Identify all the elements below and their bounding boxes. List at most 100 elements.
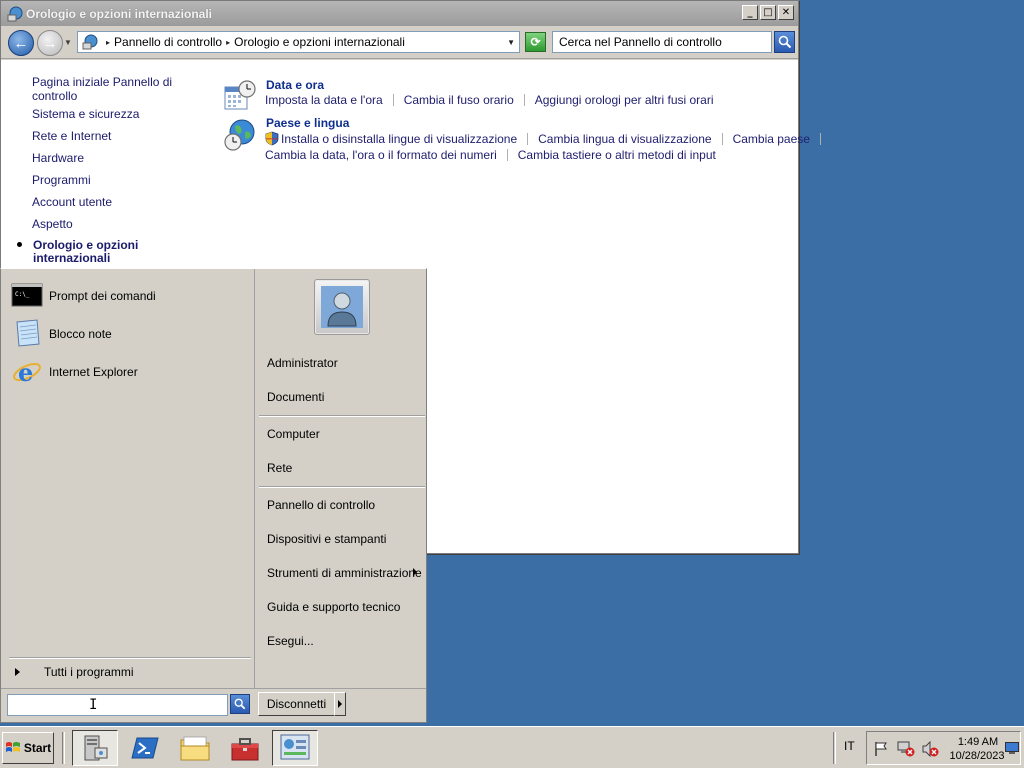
link-change-display-language[interactable]: Cambia lingua di visualizzazione: [538, 132, 711, 146]
toolbox-icon: [231, 738, 259, 761]
link-set-date-time[interactable]: Imposta la data e l'ora: [265, 93, 383, 107]
explorer-folder-icon: [180, 736, 210, 761]
category-links-region-language: Installa o disinstalla lingue di visuali…: [265, 131, 831, 146]
notepad-icon: [16, 319, 40, 347]
sidebar-item-appearance[interactable]: Aspetto: [32, 217, 73, 231]
breadcrumb-arrow-icon[interactable]: ▸: [106, 38, 110, 47]
start-item-admin-tools[interactable]: Strumenti di amministrazione: [267, 566, 422, 580]
sidebar-item-system-security[interactable]: Sistema e sicurezza: [32, 107, 139, 121]
action-center-flag-icon[interactable]: [873, 741, 889, 757]
server-manager-icon: [84, 735, 108, 761]
start-item-cmd[interactable]: C:\_ Prompt dei comandi: [11, 279, 251, 313]
sidebar-item-hardware[interactable]: Hardware: [32, 151, 84, 165]
start-search-input[interactable]: [7, 694, 228, 716]
taskbar: Start IT 1:49 AM 10/28/2023: [0, 726, 1024, 768]
notification-area: 1:49 AM 10/28/2023: [866, 731, 1021, 765]
breadcrumb-clock-region[interactable]: Orologio e opzioni internazionali: [234, 35, 405, 49]
clock-time[interactable]: 1:49 AM: [955, 736, 1001, 748]
start-item-control-panel[interactable]: Pannello di controllo: [267, 498, 375, 512]
user-icon: [321, 286, 363, 328]
category-title-region-language[interactable]: Paese e lingua: [266, 116, 349, 130]
link-change-formats[interactable]: Cambia la data, l'ora o il formato dei n…: [265, 148, 497, 162]
taskbar-grip[interactable]: [62, 732, 65, 764]
address-dropdown-icon[interactable]: ▼: [507, 38, 515, 47]
breadcrumb-control-panel[interactable]: Pannello di controllo: [114, 35, 222, 49]
category-links-date-time: Imposta la data e l'ora Cambia il fuso o…: [265, 93, 714, 107]
clock-date[interactable]: 10/28/2023: [947, 750, 1007, 762]
sidebar-item-home[interactable]: Pagina iniziale Pannello di controllo: [32, 75, 211, 103]
arrow-right-icon: [338, 700, 342, 708]
minimize-button[interactable]: _: [742, 5, 758, 20]
start-item-computer[interactable]: Computer: [267, 427, 320, 441]
link-change-country[interactable]: Cambia paese: [733, 132, 810, 146]
windows-logo-icon: [5, 742, 20, 752]
volume-muted-icon[interactable]: [921, 741, 939, 757]
start-search-button[interactable]: [230, 694, 250, 714]
start-item-help[interactable]: Guida e supporto tecnico: [267, 600, 400, 614]
arrow-right-icon: [15, 668, 20, 676]
start-item-devices-printers[interactable]: Dispositivi e stampanti: [267, 532, 386, 546]
address-toolbar: ← → ▼ ▸ Pannello di controllo ▸ Orologio…: [1, 26, 798, 59]
logoff-button[interactable]: Disconnetti: [258, 692, 335, 716]
start-button[interactable]: Start: [2, 732, 54, 764]
refresh-button[interactable]: ⟳: [525, 32, 546, 52]
sidebar-item-user-accounts[interactable]: Account utente: [32, 195, 112, 209]
link-install-languages[interactable]: Installa o disinstalla lingue di visuali…: [281, 132, 517, 146]
all-programs-button[interactable]: Tutti i programmi: [11, 665, 251, 679]
taskbar-grip[interactable]: [833, 732, 836, 764]
globe-clock-icon: [224, 119, 255, 151]
taskbar-app-control-panel[interactable]: [272, 730, 318, 766]
sidebar-item-programs[interactable]: Programmi: [32, 173, 91, 187]
category-links-region-language-2: Cambia la data, l'ora o il formato dei n…: [265, 148, 716, 162]
user-avatar[interactable]: [314, 279, 370, 335]
start-item-internet-explorer[interactable]: e Internet Explorer: [11, 355, 251, 389]
taskbar-app-server-manager[interactable]: [72, 730, 118, 766]
address-bar[interactable]: ▸ Pannello di controllo ▸ Orologio e opz…: [77, 31, 520, 53]
taskbar-app-powershell[interactable]: [122, 730, 168, 766]
link-change-keyboards[interactable]: Cambia tastiere o altri metodi di input: [518, 148, 716, 162]
control-panel-icon: [280, 734, 310, 760]
recent-pages-dropdown[interactable]: ▼: [64, 38, 72, 47]
search-placeholder: Cerca nel Pannello di controllo: [559, 35, 722, 49]
arrow-right-icon: →: [42, 34, 58, 52]
show-desktop-icon[interactable]: [1005, 742, 1019, 754]
taskbar-app-toolbox[interactable]: [222, 730, 268, 766]
start-item-documents[interactable]: Documenti: [267, 390, 324, 404]
window-title: Orologio e opzioni internazionali: [26, 6, 212, 21]
start-menu: C:\_ Prompt dei comandi Blocco note e In…: [0, 268, 427, 723]
text-cursor-icon: I: [89, 697, 98, 713]
search-button[interactable]: [774, 31, 795, 53]
start-menu-bottom-bar: I Disconnetti: [1, 688, 426, 722]
start-menu-programs-pane: C:\_ Prompt dei comandi Blocco note e In…: [3, 271, 254, 686]
start-item-network[interactable]: Rete: [267, 461, 292, 475]
maximize-button[interactable]: □: [760, 5, 776, 20]
control-panel-icon: [7, 6, 23, 21]
close-button[interactable]: ✕: [778, 5, 794, 20]
link-change-timezone[interactable]: Cambia il fuso orario: [404, 93, 514, 107]
start-item-cmd-label: Prompt dei comandi: [49, 289, 156, 303]
breadcrumb-arrow-icon[interactable]: ▸: [226, 38, 230, 47]
start-item-run[interactable]: Esegui...: [267, 634, 314, 648]
window-titlebar[interactable]: Orologio e opzioni internazionali _ □ ✕: [1, 1, 798, 26]
link-separator: [527, 132, 529, 145]
svg-text:C:\_: C:\_: [15, 291, 30, 298]
language-indicator[interactable]: IT: [844, 739, 855, 753]
category-title-date-time[interactable]: Data e ora: [266, 78, 324, 92]
start-item-user[interactable]: Administrator: [267, 356, 338, 370]
control-panel-icon: [82, 34, 98, 50]
search-input[interactable]: Cerca nel Pannello di controllo: [552, 31, 772, 53]
link-separator: [721, 132, 723, 145]
network-disconnected-icon[interactable]: [897, 741, 915, 757]
refresh-icon: ⟳: [530, 35, 541, 49]
taskbar-app-explorer[interactable]: [172, 730, 218, 766]
shutdown-options-button[interactable]: [334, 692, 346, 716]
start-item-notepad[interactable]: Blocco note: [11, 317, 251, 351]
back-button[interactable]: ←: [8, 30, 34, 56]
start-item-notepad-label: Blocco note: [49, 327, 112, 341]
forward-button[interactable]: →: [37, 30, 63, 56]
uac-shield-icon: [265, 131, 279, 146]
link-add-clocks[interactable]: Aggiungi orologi per altri fusi orari: [535, 93, 714, 107]
link-separator: [819, 132, 821, 145]
calendar-clock-icon: [224, 80, 256, 110]
sidebar-item-network[interactable]: Rete e Internet: [32, 129, 111, 143]
